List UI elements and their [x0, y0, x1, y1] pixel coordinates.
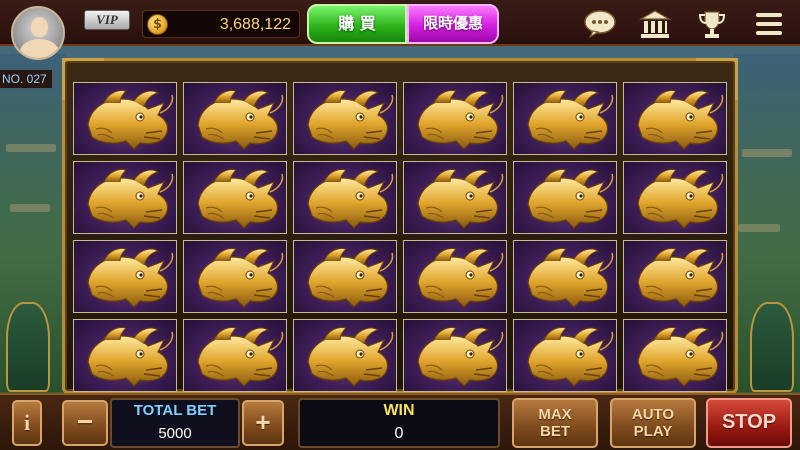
great-wall-segment — [742, 149, 792, 157]
great-wall-segment — [6, 144, 56, 152]
total-bet-value: 5000 — [158, 425, 192, 442]
reel-cell-dragon — [513, 319, 617, 392]
dragon-symbol-icon — [637, 90, 724, 150]
reel-cell-dragon — [73, 240, 177, 313]
stop-button[interactable]: STOP — [706, 398, 792, 448]
dragon-symbol-icon — [307, 327, 394, 387]
avatar-head — [31, 17, 48, 37]
dragon-symbol-icon — [87, 327, 174, 387]
decrease-bet-button[interactable]: − — [62, 400, 108, 446]
auto-play-line2: PLAY — [633, 423, 673, 440]
max-bet-button[interactable]: MAX BET — [512, 398, 598, 448]
reel-cell-dragon — [183, 161, 287, 234]
dragon-symbol-icon — [87, 90, 174, 150]
dragon-symbol-icon — [197, 248, 284, 308]
coin-balance: $ 3,688,122 — [142, 10, 300, 38]
reel-cell-dragon — [293, 240, 397, 313]
great-wall-segment — [738, 224, 780, 232]
dragon-symbol-icon — [197, 90, 284, 150]
dragon-symbol-icon — [197, 327, 284, 387]
left-scenery — [0, 54, 66, 392]
dragon-symbol-icon — [307, 248, 394, 308]
reel-cell-dragon — [73, 161, 177, 234]
reel-cell-dragon — [623, 161, 727, 234]
dragon-symbol-icon — [197, 169, 284, 229]
win-display: WIN 0 — [298, 398, 500, 448]
vip-badge[interactable]: VIP — [84, 10, 130, 30]
auto-play-button[interactable]: AUTO PLAY — [610, 398, 696, 448]
total-bet-display: TOTAL BET 5000 — [110, 398, 240, 448]
menu-icon[interactable] — [752, 9, 786, 39]
bank-icon[interactable] — [638, 9, 672, 39]
reel-cell-dragon — [513, 161, 617, 234]
reel-cell-dragon — [623, 319, 727, 392]
trophy-icon[interactable] — [695, 9, 729, 39]
max-bet-line1: MAX — [538, 406, 572, 423]
dragon-symbol-icon — [87, 169, 174, 229]
dragon-symbol-icon — [527, 248, 614, 308]
dragon-symbol-icon — [417, 169, 504, 229]
reel-grid — [73, 82, 727, 394]
dragon-symbol-icon — [637, 169, 724, 229]
reel-cell-dragon — [183, 319, 287, 392]
machine-number: NO. 027 — [0, 70, 52, 88]
reel-cell-dragon — [293, 319, 397, 392]
chat-icon[interactable] — [583, 9, 617, 39]
dragon-symbol-icon — [307, 90, 394, 150]
dragon-symbol-icon — [417, 327, 504, 387]
dragon-symbol-icon — [417, 248, 504, 308]
dragon-statue-right — [750, 302, 794, 392]
dragon-symbol-icon — [307, 169, 394, 229]
reel-cell-dragon — [623, 240, 727, 313]
dragon-statue-left — [6, 302, 50, 392]
buy-button[interactable]: 購 買 — [307, 4, 407, 44]
dragon-symbol-icon — [417, 90, 504, 150]
increase-bet-button[interactable]: + — [242, 400, 284, 446]
reel-cell-dragon — [183, 240, 287, 313]
dragon-symbol-icon — [87, 248, 174, 308]
reel-cell-dragon — [403, 82, 507, 155]
reel-cell-dragon — [513, 82, 617, 155]
bottom-bar: i − TOTAL BET 5000 + WIN 0 MAX BET AUTO … — [0, 393, 800, 450]
right-scenery — [734, 54, 800, 392]
reel-cell-dragon — [623, 82, 727, 155]
dragon-symbol-icon — [637, 327, 724, 387]
dragon-symbol-icon — [637, 248, 724, 308]
dragon-symbol-icon — [527, 169, 614, 229]
info-button[interactable]: i — [12, 400, 42, 446]
reel-cell-dragon — [183, 82, 287, 155]
reel-cell-dragon — [73, 82, 177, 155]
win-value: 0 — [394, 425, 404, 442]
reel-cell-dragon — [403, 240, 507, 313]
reel-cell-dragon — [293, 161, 397, 234]
win-label: WIN — [383, 402, 415, 419]
great-wall-segment — [10, 204, 50, 212]
top-bar: VIP $ 3,688,122 購 買 限時優惠 — [0, 0, 800, 46]
dragon-symbol-icon — [527, 90, 614, 150]
max-bet-line2: BET — [540, 423, 570, 440]
limited-offer-button[interactable]: 限時優惠 — [407, 4, 499, 44]
reel-cell-dragon — [403, 161, 507, 234]
reel-cell-dragon — [513, 240, 617, 313]
avatar-body — [20, 39, 59, 58]
total-bet-label: TOTAL BET — [133, 402, 217, 419]
balance-value: 3,688,122 — [219, 16, 291, 33]
dragon-symbol-icon — [527, 327, 614, 387]
reel-cell-dragon — [293, 82, 397, 155]
player-avatar[interactable] — [11, 6, 65, 60]
reel-cell-dragon — [73, 319, 177, 392]
auto-play-line1: AUTO — [631, 406, 675, 423]
reel-cell-dragon — [403, 319, 507, 392]
coin-icon: $ — [147, 14, 168, 35]
